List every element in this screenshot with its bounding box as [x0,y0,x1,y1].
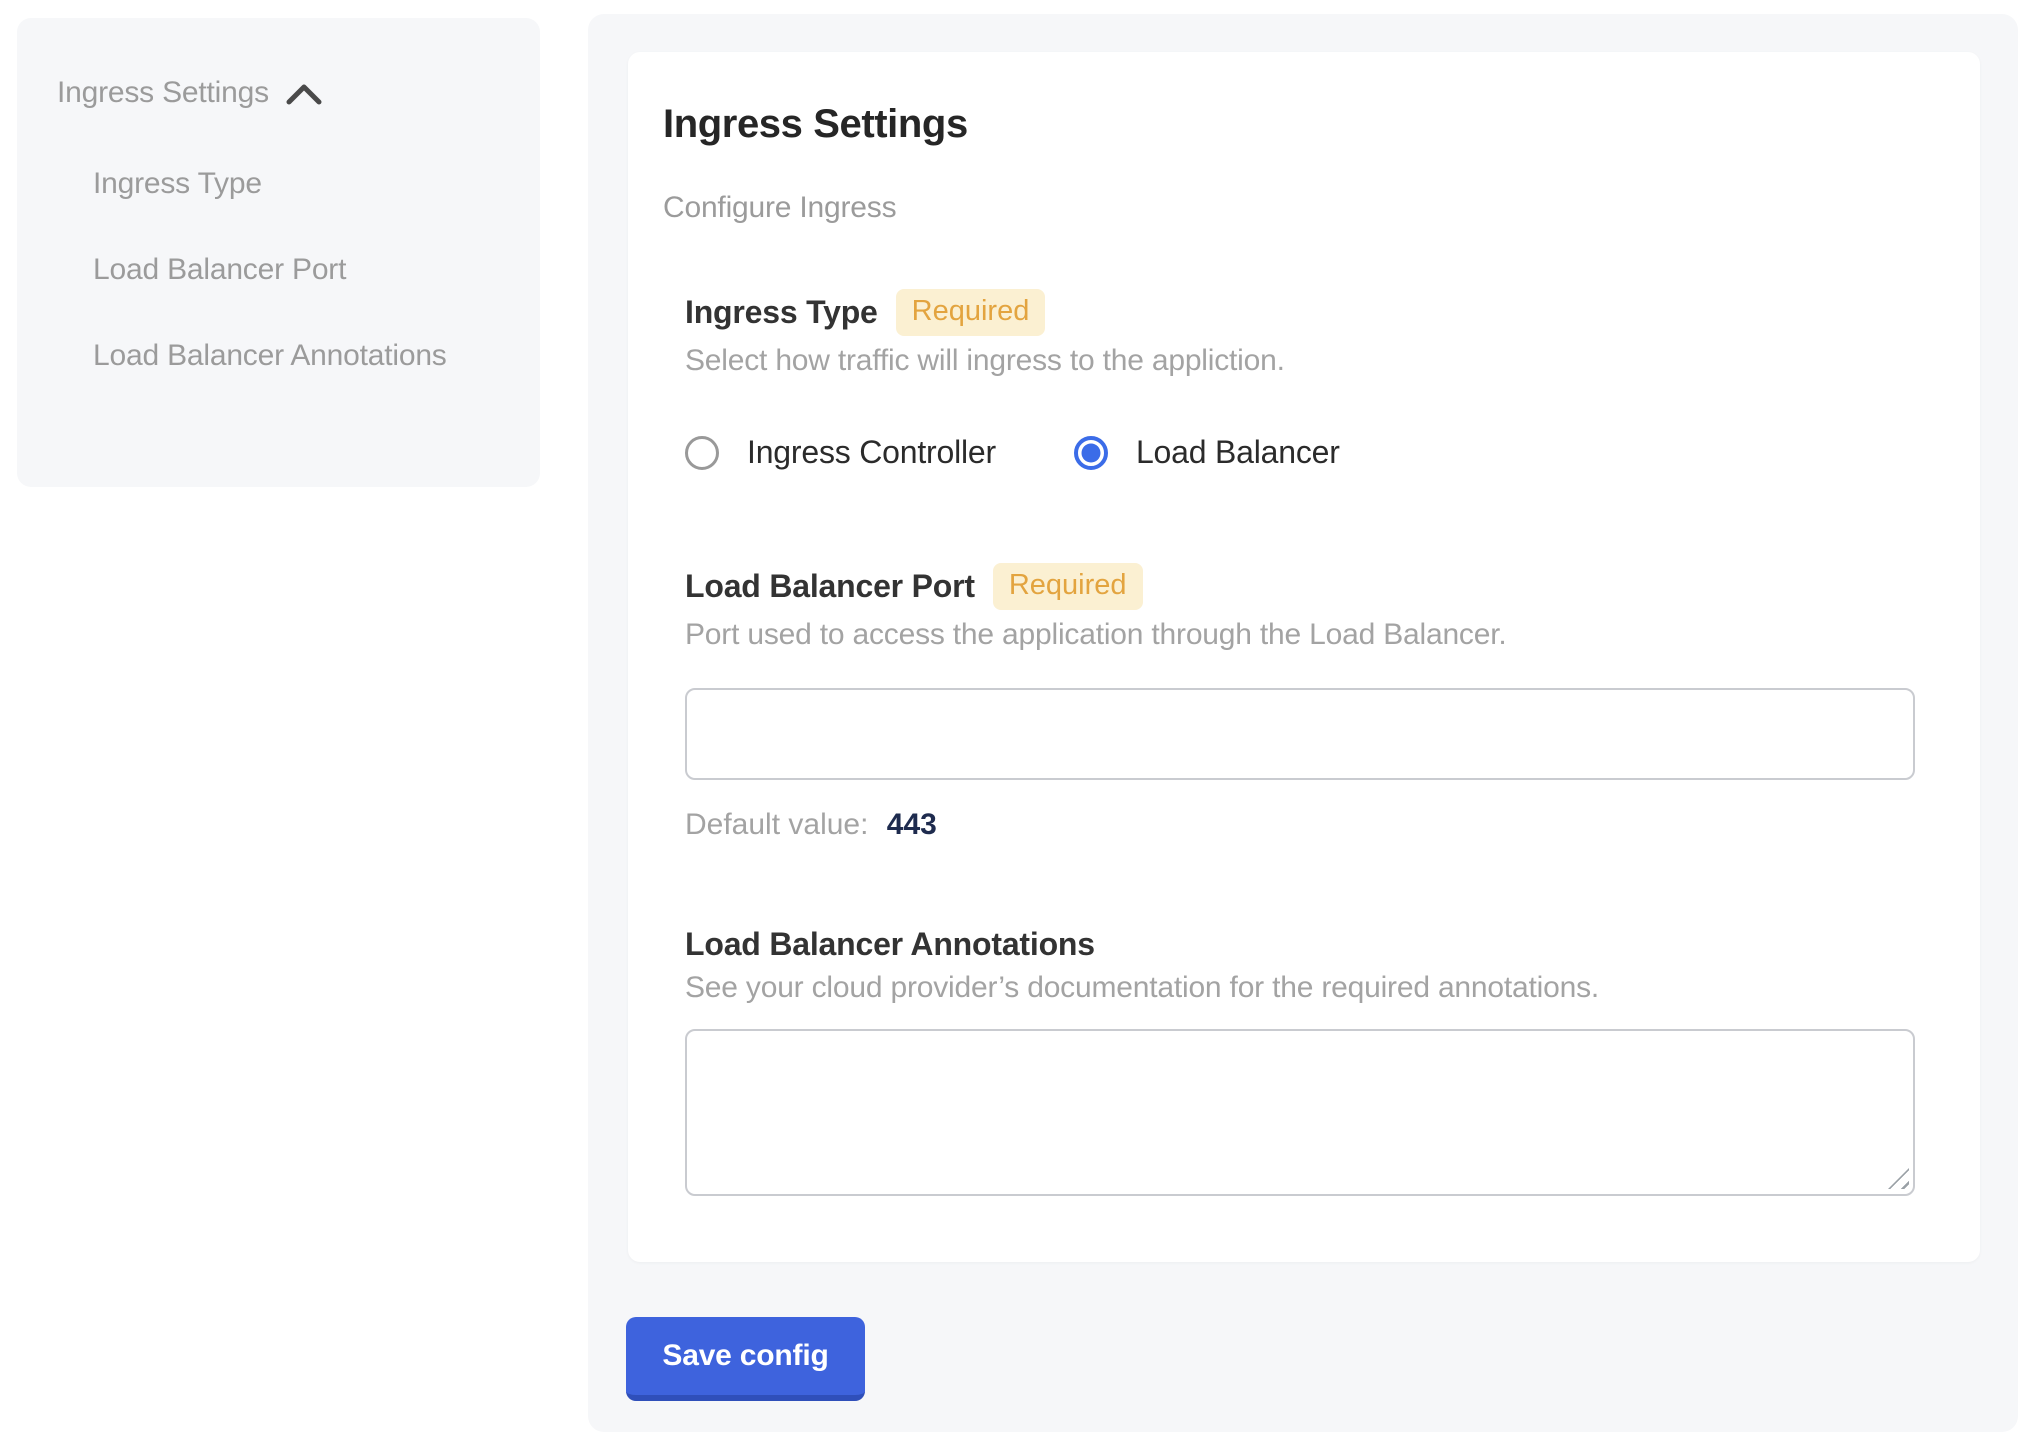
default-value: 443 [887,808,937,841]
config-sidebar: Ingress Settings Ingress Type Load Balan… [17,18,540,487]
required-badge: Required [896,289,1046,336]
page-title: Ingress Settings [663,102,1920,147]
default-value-label: Default value: [685,808,868,841]
radio-option-ingress-controller[interactable]: Ingress Controller [685,434,996,471]
chevron-up-icon[interactable] [285,82,323,106]
radio-option-load-balancer[interactable]: Load Balancer [1074,434,1340,471]
section-label: Ingress Type [685,294,878,331]
sidebar-item-ingress-type[interactable]: Ingress Type [93,156,453,212]
section-ingress-type: Ingress Type Required Select how traffic… [685,289,1920,471]
load-balancer-annotations-textarea[interactable] [685,1029,1915,1196]
section-description: Select how traffic will ingress to the a… [685,344,1920,378]
default-value-row: Default value: 443 [685,808,1920,842]
annotations-textarea-wrap [685,1029,1915,1196]
ingress-type-radio-group: Ingress Controller Load Balancer [685,434,1920,471]
radio-selected-icon[interactable] [1074,436,1108,470]
section-load-balancer-annotations-head: Load Balancer Annotations [685,926,1920,963]
radio-label[interactable]: Ingress Controller [747,434,996,471]
sidebar-item-list: Ingress Type Load Balancer Port Load Bal… [93,156,453,384]
required-badge: Required [993,563,1143,610]
section-load-balancer-port: Load Balancer Port Required Port used to… [685,563,1920,842]
sidebar-group-title: Ingress Settings [57,76,269,110]
section-load-balancer-port-head: Load Balancer Port Required [685,563,1920,610]
page: Ingress Settings Ingress Type Load Balan… [0,0,2036,1452]
page-subtitle: Configure Ingress [663,191,1920,225]
section-label: Load Balancer Annotations [685,926,1095,963]
sidebar-item-load-balancer-port[interactable]: Load Balancer Port [93,242,453,298]
radio-unselected-icon[interactable] [685,436,719,470]
save-config-button[interactable]: Save config [626,1317,865,1401]
settings-card: Ingress Settings Configure Ingress Ingre… [628,52,1980,1262]
sidebar-group-toggle[interactable]: Ingress Settings [57,76,500,110]
section-description: See your cloud provider’s documentation … [685,971,1920,1005]
section-ingress-type-head: Ingress Type Required [685,289,1920,336]
radio-label[interactable]: Load Balancer [1136,434,1340,471]
section-label: Load Balancer Port [685,568,975,605]
sidebar-item-load-balancer-annotations[interactable]: Load Balancer Annotations [93,328,453,384]
section-description: Port used to access the application thro… [685,618,1920,652]
section-load-balancer-annotations: Load Balancer Annotations See your cloud… [685,926,1920,1196]
load-balancer-port-input[interactable] [685,688,1915,780]
settings-panel: Ingress Settings Configure Ingress Ingre… [588,14,2018,1432]
